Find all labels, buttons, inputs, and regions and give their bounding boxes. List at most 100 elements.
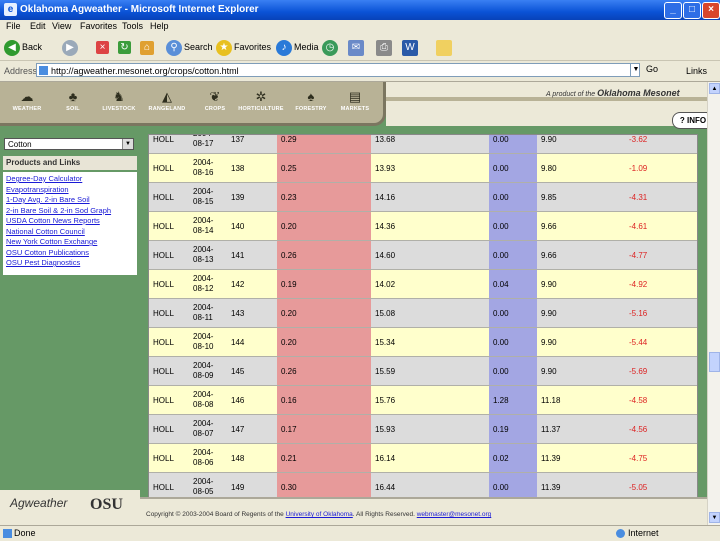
print-button[interactable]: ⎙ [376, 38, 394, 56]
table-cell: 137 [227, 135, 277, 154]
scroll-thumb[interactable] [709, 352, 720, 372]
page-footer: Copyright © 2003-2004 Board of Regents o… [140, 497, 707, 525]
table-cell: HOLL [149, 443, 189, 473]
table-cell: 9.90 [537, 356, 625, 386]
table-cell: 11.37 [537, 414, 625, 444]
scroll-down-icon[interactable]: ▼ [709, 512, 720, 523]
history-button[interactable]: ◷ [322, 38, 340, 56]
table-cell: 0.00 [489, 211, 537, 241]
menu-edit[interactable]: Edit [30, 21, 46, 31]
table-cell: 1.28 [489, 385, 537, 415]
menu-file[interactable]: File [6, 21, 21, 31]
table-cell: HOLL [149, 135, 189, 154]
table-cell: 9.66 [537, 211, 625, 241]
minimize-button[interactable]: _ [664, 2, 682, 19]
table-cell: HOLL [149, 327, 189, 357]
table-row: HOLL 2004-08-06 148 0.21 16.14 0.02 11.39 -4.75 [149, 443, 697, 473]
maximize-button[interactable]: □ [683, 2, 701, 19]
page-viewport: ☁ WEATHER ♣ SOIL ♞ LIVESTOCK ◭ RANGELAND… [0, 82, 707, 525]
search-button[interactable]: ⚲ Search [166, 38, 213, 56]
refresh-button[interactable]: ↻ [118, 38, 133, 56]
links-button[interactable]: Links [686, 66, 707, 76]
address-dropdown-icon[interactable]: ▼ [630, 64, 641, 76]
table-cell: 0.20 [277, 298, 371, 328]
address-input[interactable]: http://agweather.mesonet.org/crops/cotto… [36, 63, 640, 77]
ie-app-icon: e [4, 3, 17, 16]
nav-rangeland[interactable]: ◭ RANGELAND [144, 88, 190, 122]
vertical-scrollbar[interactable]: ▲ ▼ [707, 82, 720, 525]
nav-weather[interactable]: ☁ WEATHER [4, 88, 50, 122]
go-button[interactable]: Go [646, 64, 658, 74]
link-usda-news[interactable]: USDA Cotton News Reports [6, 216, 134, 227]
table-cell: 138 [227, 153, 277, 183]
link-degree-day[interactable]: Degree-Day Calculator [6, 174, 134, 185]
table-cell: 140 [227, 211, 277, 241]
print-icon: ⎙ [376, 39, 392, 56]
media-button[interactable]: ♪ Media [276, 38, 319, 56]
webmaster-link[interactable]: webmaster@mesonet.org [417, 511, 492, 518]
search-label: Search [184, 42, 213, 52]
nav-livestock[interactable]: ♞ LIVESTOCK [96, 88, 142, 122]
page-icon [39, 66, 48, 75]
link-soil-graph[interactable]: 2-in Bare Soil & 2-in Sod Graph [6, 206, 134, 217]
nav-soil[interactable]: ♣ SOIL [50, 88, 96, 122]
info-button[interactable]: ? INFO [672, 112, 707, 129]
link-bare-soil-avg[interactable]: 1-Day Avg. 2-in Bare Soil [6, 195, 134, 206]
chevron-down-icon: ▼ [122, 139, 133, 149]
ou-link[interactable]: University of Oklahoma [286, 511, 353, 518]
table-cell: 2004-08-15 [189, 182, 227, 212]
table-row: HOLL 2004-08-07 147 0.17 15.93 0.19 11.37 -4.56 [149, 414, 697, 444]
table-cell: 145 [227, 356, 277, 386]
nav-crops[interactable]: ❦ CROPS [192, 88, 238, 122]
table-cell: HOLL [149, 153, 189, 183]
table-cell: 2004-08-06 [189, 443, 227, 473]
forward-button[interactable]: ▶ [62, 38, 80, 56]
table-row: HOLL 2004-08-14 140 0.20 14.36 0.00 9.66 -4.61 [149, 211, 697, 241]
table-cell: 11.39 [537, 443, 625, 473]
search-icon: ⚲ [166, 39, 182, 56]
table-cell: 15.76 [371, 385, 489, 415]
scroll-up-icon[interactable]: ▲ [709, 83, 720, 94]
crop-select[interactable]: Cotton ▼ [4, 138, 134, 150]
table-cell: 0.26 [277, 240, 371, 270]
table-cell: 0.19 [277, 269, 371, 299]
mesonet-tagline: A product of the Oklahoma Mesonet [546, 88, 680, 98]
nav-forestry[interactable]: ♠ FORESTRY [288, 88, 334, 122]
back-button[interactable]: ◀ Back [4, 38, 42, 56]
table-cell: 141 [227, 240, 277, 270]
close-button[interactable]: × [702, 2, 720, 19]
menu-favorites[interactable]: Favorites [80, 21, 117, 31]
menu-help[interactable]: Help [150, 21, 169, 31]
link-ny-exchange[interactable]: New York Cotton Exchange [6, 237, 134, 248]
back-label: Back [22, 42, 43, 52]
home-button[interactable]: ⌂ [140, 38, 156, 56]
table-cell: 2004-08-11 [189, 298, 227, 328]
link-cotton-council[interactable]: National Cotton Council [6, 227, 134, 238]
table-cell: -4.61 [625, 211, 697, 241]
table-cell: 14.36 [371, 211, 489, 241]
menu-view[interactable]: View [52, 21, 71, 31]
favorites-button[interactable]: ★ Favorites [216, 38, 271, 56]
globe-icon [616, 529, 625, 538]
window-title: Oklahoma Agweather - Microsoft Internet … [20, 4, 259, 15]
agweather-logo: Agweather [10, 496, 68, 510]
menu-tools[interactable]: Tools [122, 21, 143, 31]
nav-horticulture[interactable]: ✲ HORTICULTURE [238, 88, 284, 122]
stop-button[interactable]: × [96, 38, 111, 56]
link-osu-pest[interactable]: OSU Pest Diagnostics [6, 258, 134, 269]
table-row: HOLL2004-08-171370.2913.680.009.90-3.62 [149, 135, 697, 154]
table-cell: 144 [227, 327, 277, 357]
table-cell: 0.00 [489, 356, 537, 386]
table-cell: 146 [227, 385, 277, 415]
nav-markets[interactable]: ▤ MARKETS [332, 88, 378, 122]
mail-button[interactable]: ✉ [348, 38, 366, 56]
table-cell: 2004-08-17 [189, 135, 227, 154]
link-evapotranspiration[interactable]: Evapotranspiration [6, 185, 134, 196]
table-cell: 16.14 [371, 443, 489, 473]
table-cell: 11.18 [537, 385, 625, 415]
table-cell: 9.90 [537, 327, 625, 357]
table-cell: 2004-08-14 [189, 211, 227, 241]
edit-button[interactable]: W [402, 38, 420, 56]
folder-button[interactable] [436, 38, 454, 56]
link-osu-publications[interactable]: OSU Cotton Publications [6, 248, 134, 259]
